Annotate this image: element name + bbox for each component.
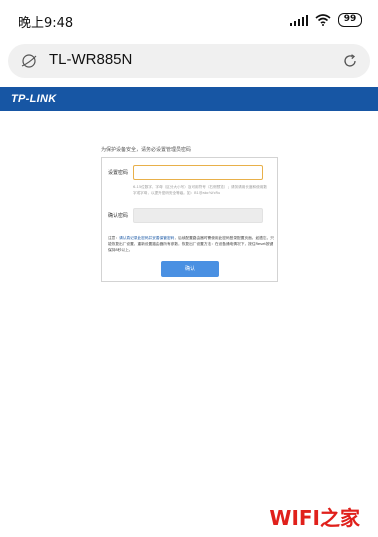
- password-rule-hint: 6-15位数字、字母（区分大小写）及可用符号（右侧预览）；请务请用长度和使用数字…: [133, 185, 267, 195]
- site-watermark: WIFI之家: [269, 506, 360, 530]
- wifi-icon: [315, 14, 331, 26]
- confirm-password-input[interactable]: [133, 208, 263, 223]
- confirm-button[interactable]: 确认: [161, 261, 219, 277]
- status-bar: 晚上9:48 99: [0, 0, 378, 40]
- password-note: 注意：请认真记录此密码并妥善保管密码，后续配置路由器时需使用此密码登录配置页面。…: [108, 235, 274, 253]
- battery-indicator: 99: [338, 13, 362, 27]
- reload-icon[interactable]: [341, 52, 359, 70]
- password-input[interactable]: [133, 165, 263, 180]
- security-intro: 为保护设备安全，请务必设置管理员密码: [101, 147, 192, 153]
- router-header: TP-LINK: [0, 87, 378, 111]
- address-bar[interactable]: TL-WR885N: [8, 44, 370, 78]
- status-icons: 99: [290, 12, 362, 28]
- signal-icon: [290, 14, 308, 26]
- url-text[interactable]: TL-WR885N: [49, 51, 132, 68]
- status-time: 晚上9:48: [18, 16, 74, 31]
- tplink-logo: TP-LINK: [11, 93, 57, 105]
- browser-globe-icon: [21, 54, 37, 68]
- password-label: 设置密码: [108, 170, 129, 176]
- note-prefix: 注意：: [108, 236, 120, 240]
- note-link[interactable]: 请认真记录此密码并妥善保管密码: [119, 236, 174, 240]
- password-setup-panel: 设置密码 6-15位数字、字母（区分大小写）及可用符号（右侧预览）；请务请用长度…: [101, 157, 278, 282]
- confirm-password-label: 确认密码: [108, 213, 129, 219]
